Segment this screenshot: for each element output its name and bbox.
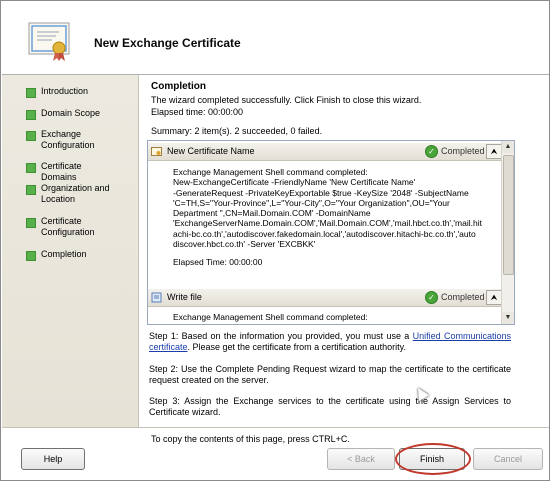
results-scrollbar[interactable]: ▲ ▼ [501, 141, 514, 324]
wizard-window: New Exchange Certificate Introduction Do… [0, 0, 550, 481]
step-3-text: Step 3: Assign the Exchange services to … [149, 396, 511, 417]
result-details-new-certificate: Exchange Management Shell command comple… [173, 167, 499, 268]
bottom-divider [2, 427, 549, 428]
result-line: New-ExchangeCertificate -FriendlyName 'N… [173, 177, 416, 188]
scroll-thumb[interactable] [503, 155, 514, 275]
result-line: discover.hbct.co.th' -Server 'EXCBKK' [173, 239, 316, 250]
result-elapsed: Elapsed Time: 00:00:00 [173, 257, 263, 268]
wizard-title: New Exchange Certificate [94, 36, 241, 50]
check-icon: ✓ [425, 145, 438, 158]
sidebar-item-domain-scope[interactable]: Domain Scope [26, 108, 119, 120]
check-icon: ✓ [425, 291, 438, 304]
sidebar-item-label: Exchange Configuration [41, 129, 95, 150]
cancel-button[interactable]: Cancel [473, 448, 543, 470]
step-complete-icon [26, 131, 36, 141]
result-status: Completed [441, 292, 485, 302]
result-line: -GenerateRequest -PrivateKeyExportable $… [173, 187, 469, 198]
sidebar-item-completion[interactable]: Completion [26, 249, 119, 261]
certificate-small-icon [151, 147, 162, 156]
result-details-write-file: Exchange Management Shell command comple… [173, 312, 499, 322]
double-chevron-up-icon[interactable]: ⮝ [486, 144, 502, 159]
result-status: Completed [441, 146, 485, 156]
result-line: Department ",CN=Mail.Domain.COM' -Domain… [173, 208, 371, 219]
wizard-header: New Exchange Certificate [2, 2, 549, 75]
step-1-after: . Please get the certificate from a cert… [187, 342, 406, 352]
result-line: 'ExchangeServerName.Domain.COM','Mail.Do… [173, 218, 482, 229]
result-line: 'C=TH,S="Your-Province",L="Your-City",O=… [173, 197, 450, 208]
step-2-text: Step 2: Use the Complete Pending Request… [149, 364, 511, 385]
step-1-before: Step 1: Based on the information you pro… [149, 331, 413, 341]
sidebar-item-certificate-domains[interactable]: Certificate Domains [26, 161, 119, 183]
result-line: achi-bc.co.th','autodiscover.fakedomain.… [173, 228, 476, 239]
result-header-write-file[interactable]: Write file ✓ Completed ⮝ [148, 289, 502, 307]
sidebar-item-certificate-configuration[interactable]: Certificate Configuration [26, 216, 103, 238]
sidebar-item-label: Organization and Location [41, 183, 110, 204]
highlight-circle [395, 443, 471, 475]
result-header-new-certificate[interactable]: New Certificate Name ✓ Completed ⮝ [148, 143, 502, 161]
sidebar-item-label: Introduction [41, 86, 89, 96]
scroll-down-icon[interactable]: ▼ [502, 312, 514, 324]
certificate-icon [28, 22, 70, 61]
summary-text: Summary: 2 item(s). 2 succeeded, 0 faile… [151, 126, 323, 136]
step-complete-icon [26, 110, 36, 120]
sidebar-item-label: Certificate Configuration [41, 216, 95, 237]
step-complete-icon [26, 163, 36, 173]
step-complete-icon [26, 185, 36, 195]
step-complete-icon [26, 88, 36, 98]
help-button[interactable]: Help [21, 448, 85, 470]
sidebar-item-organization-location[interactable]: Organization and Location [26, 183, 115, 205]
step-1-text: Step 1: Based on the information you pro… [149, 331, 511, 353]
completion-heading: Completion [151, 81, 206, 92]
completion-message: The wizard completed successfully. Click… [151, 95, 422, 105]
elapsed-time: Elapsed time: 00:00:00 [151, 107, 244, 117]
wizard-steps-sidebar: Introduction Domain Scope Exchange Confi… [2, 75, 139, 427]
results-panel[interactable]: New Certificate Name ✓ Completed ⮝ Excha… [147, 140, 515, 325]
scroll-up-icon[interactable]: ▲ [502, 141, 514, 153]
sidebar-item-label: Domain Scope [41, 108, 101, 118]
step-complete-icon [26, 218, 36, 228]
result-line: Exchange Management Shell command comple… [173, 167, 368, 177]
sidebar-item-label: Certificate Domains [41, 161, 82, 182]
result-name: Write file [167, 292, 202, 302]
copy-hint: To copy the contents of this page, press… [151, 434, 350, 444]
sidebar-item-label: Completion [41, 249, 87, 259]
sidebar-item-introduction[interactable]: Introduction [26, 86, 119, 98]
result-name: New Certificate Name [167, 146, 255, 156]
back-button[interactable]: < Back [327, 448, 395, 470]
step-complete-icon [26, 251, 36, 261]
file-icon [151, 292, 162, 303]
double-chevron-up-icon[interactable]: ⮝ [486, 290, 502, 305]
sidebar-item-exchange-configuration[interactable]: Exchange Configuration [26, 129, 103, 151]
result-line: Exchange Management Shell command comple… [173, 312, 368, 322]
